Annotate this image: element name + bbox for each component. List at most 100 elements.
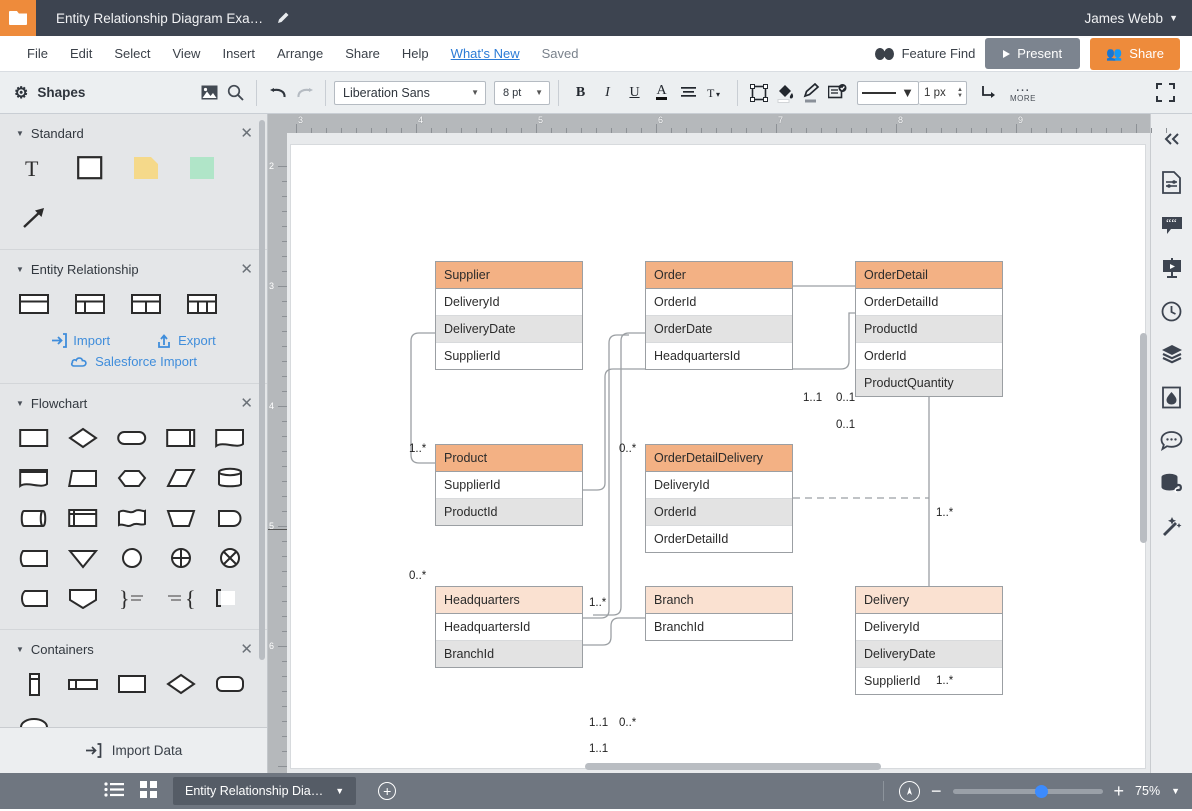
predefined-process-shape[interactable] [161,421,201,455]
er-diagram[interactable]: SupplierDeliveryIdDeliveryDateSupplierId… [291,145,1147,770]
entity-attribute[interactable]: OrderId [856,343,1002,370]
connector-icon[interactable] [976,80,1002,106]
slant-parallelogram-shape[interactable] [161,461,201,495]
horizontal-ruler[interactable]: 3456789 [268,114,1150,133]
collapse-chevrons-icon[interactable] [1157,124,1187,154]
page-tab[interactable]: Entity Relationship Dia… ▼ [173,777,356,805]
zoom-slider-thumb[interactable] [1035,785,1048,798]
grid-view-icon[interactable] [140,781,157,801]
menu-share[interactable]: Share [334,40,391,67]
entity-attribute[interactable]: OrderId [646,499,792,526]
entity-header[interactable]: Order [646,262,792,289]
rect-container-shape[interactable] [112,667,152,701]
sidebar-scrollbar[interactable] [259,120,265,660]
fit-to-screen-icon[interactable] [899,781,920,802]
entity-attribute[interactable]: OrderDetailId [856,289,1002,316]
user-menu[interactable]: James Webb ▼ [1085,11,1178,26]
close-icon[interactable]: ✕ [240,265,253,275]
entity-attribute[interactable]: DeliveryId [436,289,582,316]
canvas-horizontal-scrollbar[interactable] [585,763,881,770]
extract-shape[interactable] [63,581,103,615]
stored-data-shape[interactable] [14,541,54,575]
vertical-ruler[interactable]: 23456 [268,114,287,773]
close-icon[interactable]: ✕ [240,129,253,139]
horizontal-container-shape[interactable] [63,667,103,701]
entity-delivery[interactable]: DeliveryDeliveryIdDeliveryDateSupplierId [855,586,1003,695]
hexagon-shape[interactable] [112,461,152,495]
menu-help[interactable]: Help [391,40,440,67]
entity-header[interactable]: Supplier [436,262,582,289]
entity-header[interactable]: Headquarters [436,587,582,614]
or-junction-shape[interactable] [210,541,250,575]
entity-orderdetail[interactable]: OrderDetailOrderDetailIdProductIdOrderId… [855,261,1003,397]
sticky-shape[interactable] [182,151,222,185]
entity-attribute[interactable]: OrderDetailId [646,526,792,552]
chevron-down-icon[interactable]: ▼ [1171,786,1180,796]
rounded-container-shape[interactable] [210,667,250,701]
magic-wand-icon[interactable] [1157,511,1187,541]
canvas-vertical-scrollbar[interactable] [1140,333,1147,543]
menu-select[interactable]: Select [103,40,161,67]
data-link-icon[interactable] [1157,468,1187,498]
menu-whats-new[interactable]: What's New [440,40,531,67]
search-icon[interactable] [222,80,248,106]
entity-attribute[interactable]: DeliveryDate [436,316,582,343]
terminator-rounded-shape[interactable] [112,421,152,455]
chevron-down-icon[interactable]: ▼ [16,645,24,654]
entity-header[interactable]: OrderDetailDelivery [646,445,792,472]
salesforce-import-link[interactable]: Salesforce Import [0,354,267,369]
theme-drop-icon[interactable] [1157,382,1187,412]
decision-diamond-shape[interactable] [63,421,103,455]
entity-attribute[interactable]: BranchId [646,614,792,640]
pencil-icon[interactable] [275,10,291,26]
process-rect-shape[interactable] [14,421,54,455]
document-title[interactable]: Entity Relationship Diagram Exa… [56,11,263,26]
comment-icon[interactable] [1157,425,1187,455]
shapes-panel-toggle[interactable]: ⚙ Shapes [0,83,196,103]
rectangle-shape[interactable] [70,151,110,185]
entity-attribute[interactable]: SupplierId [436,343,582,369]
underline-button[interactable]: U [621,80,648,106]
undo-arrow-icon[interactable] [265,80,291,106]
brace-right-shape[interactable]: } [112,581,152,615]
present-button[interactable]: Present [985,38,1080,69]
app-folder-button[interactable] [0,0,36,36]
share-button[interactable]: 👥 Share [1090,38,1180,70]
entity-2col-a-shape[interactable] [70,287,110,321]
shapes-panel-scroll[interactable]: ▼ Standard ✕ T ▼ Entity Relationship ✕ [0,114,267,727]
fill-bucket-icon[interactable] [772,80,798,106]
presentation-icon[interactable] [1157,253,1187,283]
list-view-icon[interactable] [104,782,124,800]
zoom-slider[interactable] [953,789,1103,794]
entity-attribute[interactable]: OrderDate [646,316,792,343]
manual-operation-shape[interactable] [161,501,201,535]
quote-icon[interactable]: ““ [1157,210,1187,240]
bold-button[interactable]: B [567,80,594,106]
canvas-sheet[interactable]: SupplierDeliveryIdDeliveryDateSupplierId… [290,144,1146,769]
canvas-area[interactable]: 3456789 23456 [268,114,1150,773]
entity-order[interactable]: OrderOrderIdOrderDateHeadquartersId [645,261,793,370]
line-width-stepper[interactable]: 1 px ▲▼ [919,81,967,105]
align-icon[interactable] [675,80,702,106]
layers-icon[interactable] [1157,339,1187,369]
diamond-container-shape[interactable] [161,667,201,701]
entity-supplier[interactable]: SupplierDeliveryIdDeliveryDateSupplierId [435,261,583,370]
shape-icon[interactable] [746,80,772,106]
ellipse-container-shape[interactable] [14,710,54,727]
entity-headquarters[interactable]: HeadquartersHeadquartersIdBranchId [435,586,583,668]
wave-document-shape[interactable] [112,501,152,535]
entity-2col-b-shape[interactable] [126,287,166,321]
bracket-shape[interactable] [210,581,250,615]
import-data-button[interactable]: Import Data [0,727,267,773]
zoom-out-button[interactable]: − [931,785,942,797]
entity-attribute[interactable]: DeliveryDate [856,641,1002,668]
fullscreen-icon[interactable] [1152,80,1178,106]
canvas-page-background[interactable]: SupplierDeliveryIdDeliveryDateSupplierId… [287,133,1150,773]
ruler-guide-marker[interactable] [268,529,287,530]
entity-attribute[interactable]: SupplierId [856,668,1002,694]
close-icon[interactable]: ✕ [240,645,253,655]
export-link[interactable]: Export [156,333,216,348]
entity-attribute[interactable]: DeliveryId [856,614,1002,641]
feature-find-button[interactable]: Feature Find [875,46,976,61]
entity-product[interactable]: ProductSupplierIdProductId [435,444,583,526]
